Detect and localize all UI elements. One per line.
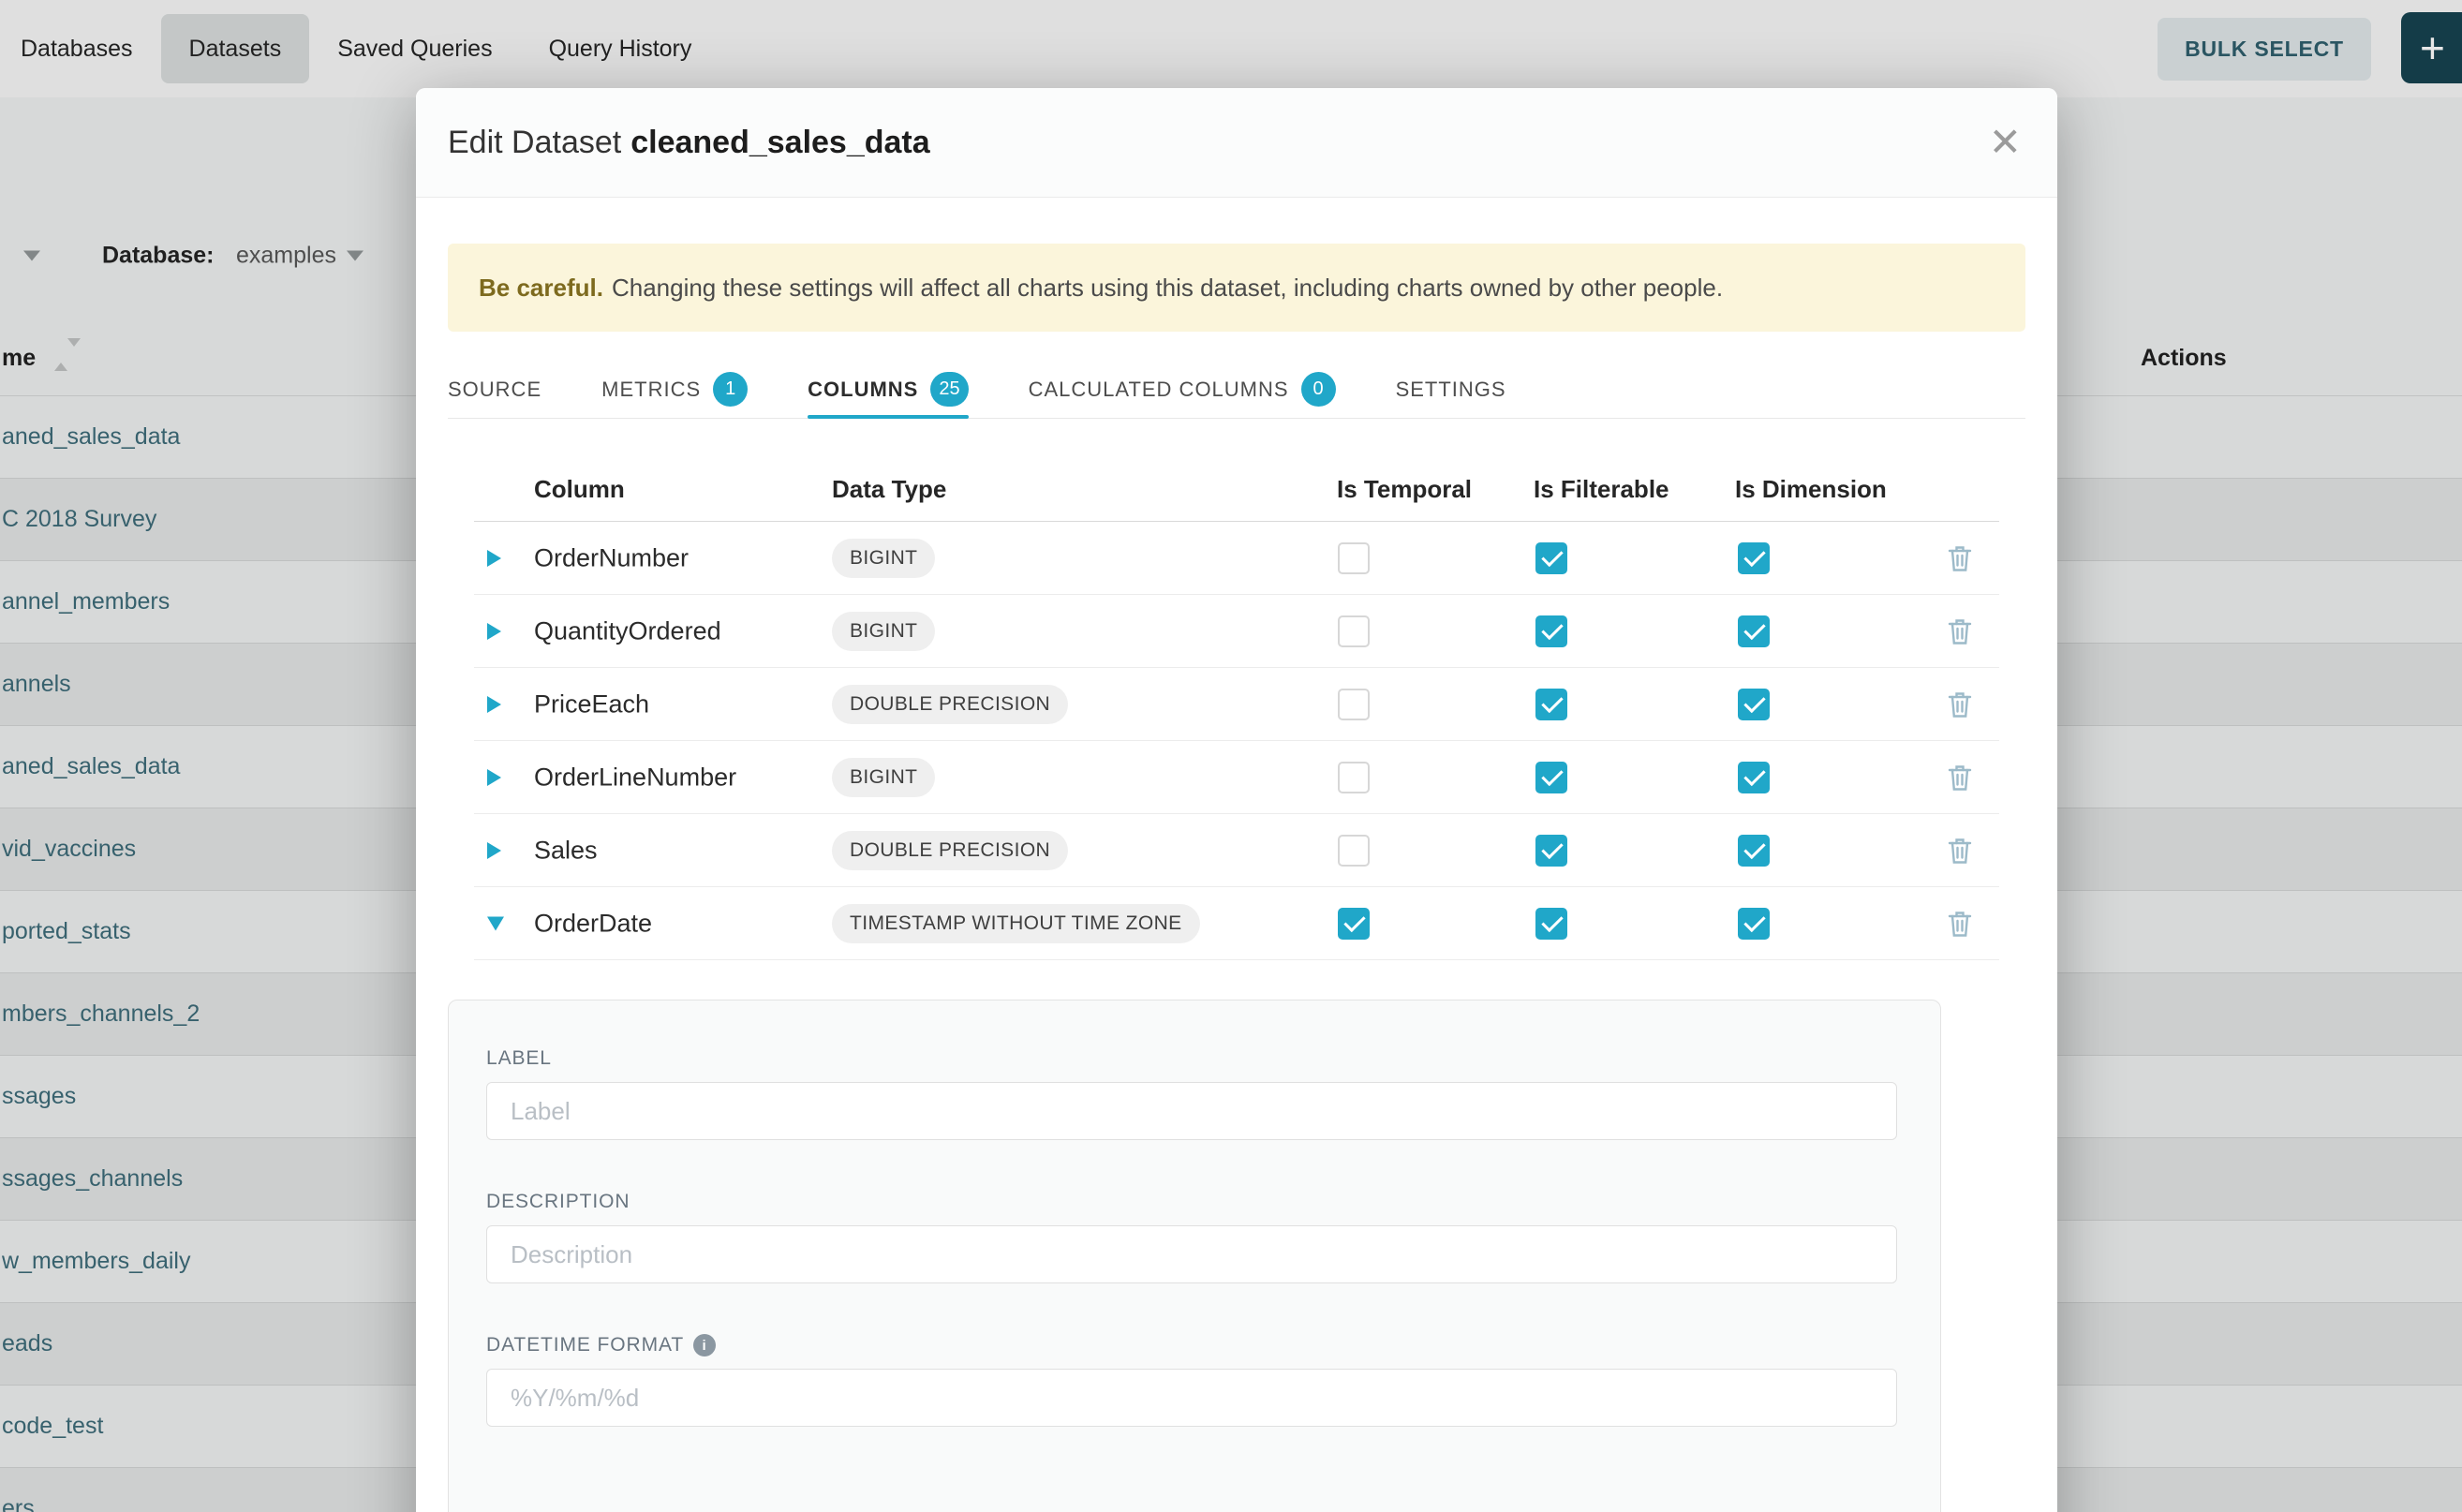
data-type-pill: BIGINT xyxy=(832,539,935,578)
checkbox-temporal[interactable] xyxy=(1338,542,1370,574)
modal-tab-calculated-columns[interactable]: CALCULATED COLUMNS 0 xyxy=(1029,361,1336,418)
column-name: OrderNumber xyxy=(534,543,689,572)
checkbox-filterable[interactable] xyxy=(1535,908,1567,940)
trash-icon[interactable] xyxy=(1947,836,1973,866)
checkbox-dimension[interactable] xyxy=(1738,542,1770,574)
column-row: OrderDate TIMESTAMP WITHOUT TIME ZONE xyxy=(474,887,1999,960)
expand-caret-icon[interactable] xyxy=(487,623,501,640)
checkbox-dimension[interactable] xyxy=(1738,835,1770,867)
label-input[interactable] xyxy=(486,1082,1897,1140)
data-type-pill: DOUBLE PRECISION xyxy=(832,685,1068,724)
description-field-label-text: DESCRIPTION xyxy=(486,1191,630,1213)
data-type-header: Data Type xyxy=(832,475,946,504)
expand-caret-icon[interactable] xyxy=(487,769,501,786)
description-field-label: DESCRIPTION xyxy=(486,1191,1897,1213)
description-input[interactable] xyxy=(486,1225,1897,1283)
warning-banner: Be careful. Changing these settings will… xyxy=(448,244,2025,332)
description-field-group: DESCRIPTION xyxy=(486,1191,1897,1283)
trash-icon[interactable] xyxy=(1947,616,1973,646)
expand-caret-icon[interactable] xyxy=(487,696,501,713)
checkbox-temporal[interactable] xyxy=(1338,689,1370,720)
modal-tab-metrics[interactable]: METRICS 1 xyxy=(601,361,748,418)
column-row: PriceEach DOUBLE PRECISION xyxy=(474,668,1999,741)
column-row: Sales DOUBLE PRECISION xyxy=(474,814,1999,887)
checkbox-dimension[interactable] xyxy=(1738,908,1770,940)
checkbox-filterable[interactable] xyxy=(1535,542,1567,574)
modal-tab-bar: SOURCE METRICS 1 COLUMNS 25 CALCULATED COLUMN… xyxy=(448,361,2025,419)
modal-tab-label: CALCULATED COLUMNS xyxy=(1029,378,1289,402)
expand-caret-icon[interactable] xyxy=(487,842,501,859)
tab-count-badge: 25 xyxy=(930,372,968,407)
trash-icon[interactable] xyxy=(1947,909,1973,939)
column-row: OrderLineNumber BIGINT xyxy=(474,741,1999,814)
data-type-pill: DOUBLE PRECISION xyxy=(832,831,1068,870)
columns-table: Column Data Type Is Temporal Is Filterab… xyxy=(474,419,1999,960)
column-name: OrderDate xyxy=(534,909,652,938)
is-filterable-header: Is Filterable xyxy=(1534,475,1669,504)
is-dimension-header: Is Dimension xyxy=(1735,475,1887,504)
column-detail-panel: LABEL DESCRIPTION DATETIME FORMAT i xyxy=(448,1000,1941,1512)
modal-tab-label: SETTINGS xyxy=(1396,378,1506,402)
checkbox-dimension[interactable] xyxy=(1738,762,1770,793)
label-field-label: LABEL xyxy=(486,1047,1897,1070)
close-icon[interactable]: ✕ xyxy=(1989,123,2022,162)
modal-tab-label: SOURCE xyxy=(448,378,541,402)
checkbox-temporal[interactable] xyxy=(1338,835,1370,867)
label-field-group: LABEL xyxy=(486,1047,1897,1140)
checkbox-filterable[interactable] xyxy=(1535,615,1567,647)
modal-tab-label: COLUMNS xyxy=(808,378,918,402)
column-header: Column xyxy=(534,475,625,504)
column-name: OrderLineNumber xyxy=(534,763,736,792)
checkbox-dimension[interactable] xyxy=(1738,615,1770,647)
is-temporal-header: Is Temporal xyxy=(1337,475,1472,504)
trash-icon[interactable] xyxy=(1947,689,1973,719)
modal-title: Edit Dataset cleaned_sales_data xyxy=(448,125,930,161)
column-row: OrderNumber BIGINT xyxy=(474,522,1999,595)
tab-count-badge: 0 xyxy=(1301,372,1336,407)
column-name: QuantityOrdered xyxy=(534,616,721,645)
column-name: Sales xyxy=(534,836,598,865)
checkbox-temporal[interactable] xyxy=(1338,762,1370,793)
collapse-caret-icon[interactable] xyxy=(487,916,504,930)
modal-title-prefix: Edit Dataset xyxy=(448,125,621,160)
modal-tab-label: METRICS xyxy=(601,378,701,402)
checkbox-dimension[interactable] xyxy=(1738,689,1770,720)
info-icon[interactable]: i xyxy=(693,1334,716,1356)
modal-tab-columns[interactable]: COLUMNS 25 xyxy=(808,361,968,418)
edit-dataset-modal: Edit Dataset cleaned_sales_data ✕ Be care… xyxy=(416,88,2057,1512)
data-type-pill: TIMESTAMP WITHOUT TIME ZONE xyxy=(832,904,1200,943)
checkbox-temporal[interactable] xyxy=(1338,908,1370,940)
modal-header: Edit Dataset cleaned_sales_data ✕ xyxy=(416,88,2057,198)
checkbox-filterable[interactable] xyxy=(1535,762,1567,793)
trash-icon[interactable] xyxy=(1947,763,1973,793)
label-field-label-text: LABEL xyxy=(486,1047,552,1070)
warning-banner-text: Changing these settings will affect all … xyxy=(612,274,1723,303)
data-type-pill: BIGINT xyxy=(832,758,935,797)
checkbox-filterable[interactable] xyxy=(1535,689,1567,720)
checkbox-temporal[interactable] xyxy=(1338,615,1370,647)
modal-tab-source[interactable]: SOURCE xyxy=(448,361,541,418)
trash-icon[interactable] xyxy=(1947,543,1973,573)
expand-caret-icon[interactable] xyxy=(487,550,501,567)
modal-tab-settings[interactable]: SETTINGS xyxy=(1396,361,1506,418)
datetime-format-field-label: DATETIME FORMAT i xyxy=(486,1334,1897,1356)
column-row: QuantityOrdered BIGINT xyxy=(474,595,1999,668)
datetime-format-input[interactable] xyxy=(486,1369,1897,1427)
columns-table-body: OrderNumber BIGINT QuantityOrdered BIGINT Pr… xyxy=(474,522,1999,960)
datetime-format-label-text: DATETIME FORMAT xyxy=(486,1334,684,1356)
tab-count-badge: 1 xyxy=(713,372,748,407)
columns-table-header: Column Data Type Is Temporal Is Filterab… xyxy=(474,419,1999,522)
modal-dataset-name: cleaned_sales_data xyxy=(630,125,929,160)
data-type-pill: BIGINT xyxy=(832,612,935,651)
datetime-format-field-group: DATETIME FORMAT i xyxy=(486,1334,1897,1427)
column-name: PriceEach xyxy=(534,689,649,719)
checkbox-filterable[interactable] xyxy=(1535,835,1567,867)
warning-banner-bold: Be careful. xyxy=(479,274,603,303)
